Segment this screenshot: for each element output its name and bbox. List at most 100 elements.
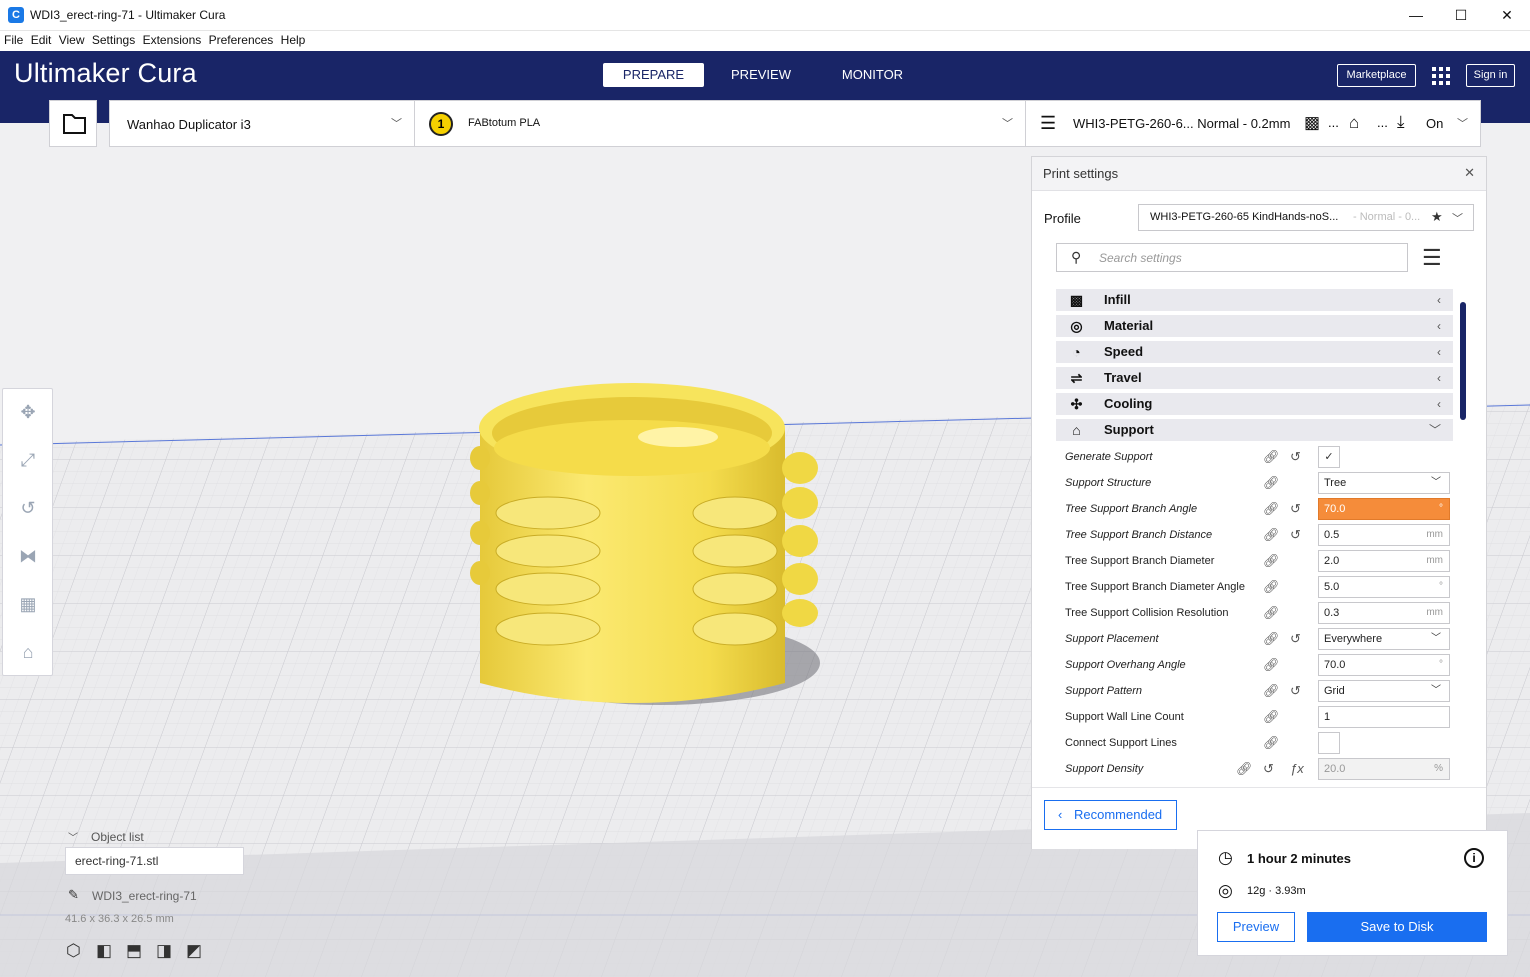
- tree-collision-resolution-input[interactable]: 0.3 mm: [1318, 602, 1450, 624]
- view-orientation-buttons: ⬡ ◧ ⬒ ◨ ◩: [66, 941, 216, 963]
- print-settings-selector[interactable]: ☰ WHI3-PETG-260-6... Normal - 0.2mm ▩ ..…: [1025, 100, 1481, 147]
- unit: °: [1439, 659, 1443, 670]
- adhesion-icon: ⤓: [1397, 112, 1405, 131]
- menu-file[interactable]: File: [0, 31, 23, 47]
- chevron-left-icon: ‹: [1437, 319, 1441, 333]
- preview-button[interactable]: Preview: [1217, 912, 1295, 942]
- category-material[interactable]: ◎ Material ‹: [1056, 315, 1453, 337]
- reset-icon[interactable]: ↺: [1290, 678, 1301, 704]
- pencil-icon[interactable]: ✎: [68, 887, 79, 903]
- unit: °: [1439, 581, 1443, 592]
- menu-help[interactable]: Help: [277, 31, 306, 47]
- reset-icon[interactable]: ↺: [1290, 626, 1301, 652]
- maximize-button[interactable]: ☐: [1438, 0, 1484, 31]
- object-list-item[interactable]: erect-ring-71.stl: [65, 847, 244, 875]
- object-list-header[interactable]: Object list: [91, 830, 144, 844]
- view-left-icon[interactable]: ◨: [156, 941, 172, 961]
- link-icon: 🔗︎: [1263, 605, 1280, 620]
- print-settings-panel: Print settings ✕ Profile WHI3-PETG-260-6…: [1031, 156, 1487, 849]
- recommended-button[interactable]: ‹ Recommended: [1044, 800, 1177, 830]
- marketplace-button[interactable]: Marketplace: [1337, 64, 1416, 87]
- save-to-disk-button[interactable]: Save to Disk: [1307, 912, 1487, 942]
- info-icon[interactable]: i: [1464, 848, 1484, 868]
- printer-selector[interactable]: Wanhao Duplicator i3 ﹀: [109, 100, 415, 147]
- minimize-button[interactable]: —: [1393, 0, 1439, 31]
- view-3d-icon[interactable]: ⬡: [66, 941, 81, 961]
- infill-ellipsis: ...: [1328, 115, 1339, 130]
- model-dimensions: 41.6 x 36.3 x 26.5 mm: [65, 913, 174, 925]
- chevron-down-icon[interactable]: ﹀: [68, 829, 78, 844]
- view-front-icon[interactable]: ◧: [96, 941, 112, 961]
- material-estimate: 12g · 3.93m: [1247, 885, 1306, 897]
- tree-branch-diameter-angle-input[interactable]: 5.0 °: [1318, 576, 1450, 598]
- menu-view[interactable]: View: [55, 31, 85, 47]
- tab-preview[interactable]: PREVIEW: [711, 63, 811, 87]
- setting-label: Tree Support Branch Diameter: [1065, 555, 1215, 567]
- setting-generate-support: Generate Support 🔗︎ ↺ ✓: [1065, 444, 1455, 470]
- menu-preferences[interactable]: Preferences: [205, 31, 274, 47]
- view-top-icon[interactable]: ⬒: [126, 941, 142, 961]
- generate-support-checkbox[interactable]: ✓: [1318, 446, 1340, 468]
- setting-connect-support-lines: Connect Support Lines 🔗︎: [1065, 730, 1455, 756]
- infill-icon: ▩: [1069, 292, 1084, 308]
- rotate-tool-icon[interactable]: ↺: [17, 497, 39, 519]
- support-pattern-dropdown[interactable]: Grid ﹀: [1318, 680, 1450, 702]
- unit: %: [1434, 763, 1443, 774]
- category-infill[interactable]: ▩ Infill ‹: [1056, 289, 1453, 311]
- profile-label: Profile: [1044, 211, 1081, 226]
- category-travel[interactable]: ⇌ Travel ‹: [1056, 367, 1453, 389]
- category-support[interactable]: ⌂ Support ﹀: [1056, 419, 1453, 441]
- settings-menu-icon[interactable]: ☰: [1422, 245, 1442, 271]
- scale-tool-icon[interactable]: ⤢: [17, 449, 39, 471]
- support-wall-line-count-input[interactable]: 1: [1318, 706, 1450, 728]
- support-structure-dropdown[interactable]: Tree ﹀: [1318, 472, 1450, 494]
- tree-branch-distance-input[interactable]: 0.5 mm: [1318, 524, 1450, 546]
- category-cooling[interactable]: ✣ Cooling ‹: [1056, 393, 1453, 415]
- profile-dropdown[interactable]: WHI3-PETG-260-65 KindHands-noS... - Norm…: [1138, 204, 1474, 231]
- sign-in-button[interactable]: Sign in: [1466, 64, 1515, 87]
- reset-icon[interactable]: ↺: [1290, 444, 1301, 470]
- reset-icon[interactable]: ↺: [1290, 522, 1301, 548]
- settings-scrollbar[interactable]: [1460, 302, 1466, 420]
- star-icon[interactable]: ★: [1431, 209, 1443, 225]
- menu-settings[interactable]: Settings: [88, 31, 135, 47]
- category-label: Travel: [1104, 370, 1142, 385]
- connect-support-lines-checkbox[interactable]: [1318, 732, 1340, 754]
- cooling-icon: ✣: [1070, 396, 1083, 412]
- setting-label: Support Placement: [1065, 633, 1159, 645]
- per-model-settings-icon[interactable]: ▦: [17, 593, 39, 615]
- job-name[interactable]: WDI3_erect-ring-71: [92, 889, 197, 903]
- category-label: Material: [1104, 318, 1154, 333]
- view-right-icon[interactable]: ◩: [186, 941, 202, 961]
- reset-icon[interactable]: ↺: [1263, 756, 1274, 782]
- apps-grid-icon[interactable]: [1432, 67, 1450, 85]
- chevron-down-icon: ﹀: [391, 118, 402, 130]
- mirror-tool-icon[interactable]: ⧓: [17, 545, 39, 567]
- search-settings-input[interactable]: ⚲ Search settings: [1056, 243, 1408, 272]
- tree-branch-diameter-input[interactable]: 2.0 mm: [1318, 550, 1450, 572]
- support-overhang-angle-input[interactable]: 70.0 °: [1318, 654, 1450, 676]
- close-window-button[interactable]: ✕: [1484, 0, 1530, 31]
- close-icon[interactable]: ✕: [1464, 165, 1475, 181]
- support-density-input[interactable]: 20.0%: [1318, 758, 1450, 780]
- link-icon: 🔗︎: [1263, 553, 1280, 568]
- support-ellipsis: ...: [1377, 115, 1388, 130]
- support-placement-dropdown[interactable]: Everywhere ﹀: [1318, 628, 1450, 650]
- chevron-down-icon: ﹀: [1457, 118, 1468, 130]
- category-label: Cooling: [1104, 396, 1153, 411]
- open-file-button[interactable]: [49, 100, 97, 147]
- category-speed[interactable]: ◔ Speed ‹: [1056, 341, 1453, 363]
- model-erect-ring[interactable]: [470, 383, 818, 703]
- menu-edit[interactable]: Edit: [27, 31, 52, 47]
- move-tool-icon[interactable]: ✥: [17, 401, 39, 423]
- tab-monitor[interactable]: MONITOR: [822, 63, 923, 87]
- reset-icon[interactable]: ↺: [1290, 496, 1301, 522]
- menu-extensions[interactable]: Extensions: [139, 31, 202, 47]
- material-selector[interactable]: 1 FABtotum PLA ﹀: [414, 100, 1026, 147]
- job-specs-panel: ◷ 1 hour 2 minutes i ◎ 12g · 3.93m Previ…: [1197, 830, 1508, 956]
- tree-branch-angle-input[interactable]: 70.0 °: [1318, 498, 1450, 520]
- setting-label: Support Pattern: [1065, 685, 1143, 697]
- function-icon: ƒx: [1290, 761, 1304, 776]
- support-blocker-icon[interactable]: ⌂: [17, 641, 39, 663]
- tab-prepare[interactable]: PREPARE: [603, 63, 704, 87]
